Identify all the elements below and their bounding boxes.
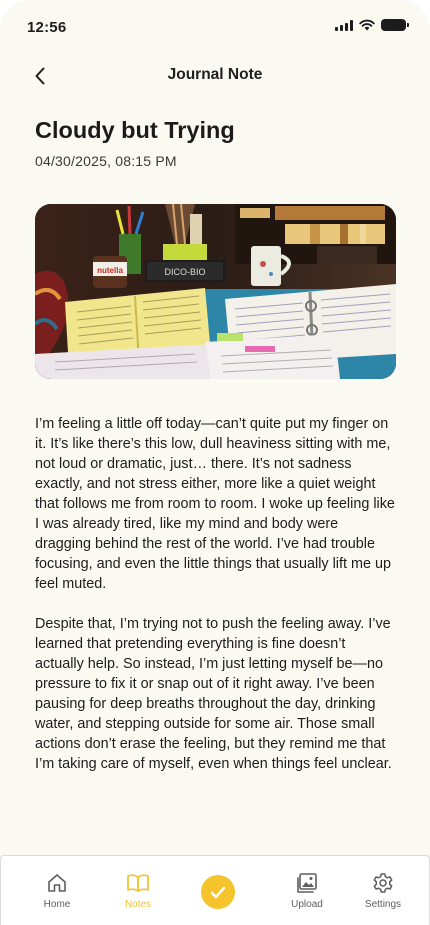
nav-label-settings: Settings (364, 899, 402, 910)
gear-icon (373, 873, 393, 893)
nav-label-upload: Upload (291, 899, 323, 910)
nav-home[interactable]: Home (27, 872, 87, 910)
wifi-icon (359, 19, 375, 31)
nav-label-notes: Notes (124, 899, 152, 910)
note-title: Cloudy but Trying (35, 117, 235, 143)
check-icon (210, 886, 226, 898)
book-icon (127, 874, 149, 892)
note-body: I’m feeling a little off today—can’t qui… (35, 414, 397, 794)
home-icon (48, 874, 66, 892)
signal-icon (335, 19, 353, 31)
save-entry-button[interactable] (201, 875, 235, 909)
nav-settings[interactable]: Settings (353, 872, 413, 910)
note-paragraph: Despite that, I’m trying not to push the… (35, 616, 392, 772)
status-bar: 12:56 (0, 0, 430, 54)
battery-icon (381, 19, 409, 31)
status-icons (335, 19, 409, 31)
desk-photo-illustration: nutella DICO-BIO (35, 204, 396, 379)
gallery-icon (297, 873, 317, 893)
status-time: 12:56 (27, 19, 67, 36)
page-title: Journal Note (167, 66, 263, 83)
jar-label: nutella (97, 266, 123, 275)
note-date: 04/30/2025, 08:15 PM (35, 153, 177, 169)
note-photo[interactable]: nutella DICO-BIO (35, 204, 396, 379)
bottom-nav: Home Notes Upload Settings (0, 855, 430, 925)
note-paragraph: I’m feeling a little off today—can’t qui… (35, 416, 395, 592)
header: Journal Note (0, 58, 430, 94)
journal-note-screen: 12:56 Journal Note Cloudy but Trying 04/… (0, 0, 430, 903)
box-label: DICO-BIO (164, 267, 205, 277)
nav-upload[interactable]: Upload (277, 872, 337, 910)
nav-label-home: Home (43, 899, 71, 910)
nav-notes[interactable]: Notes (108, 872, 168, 910)
